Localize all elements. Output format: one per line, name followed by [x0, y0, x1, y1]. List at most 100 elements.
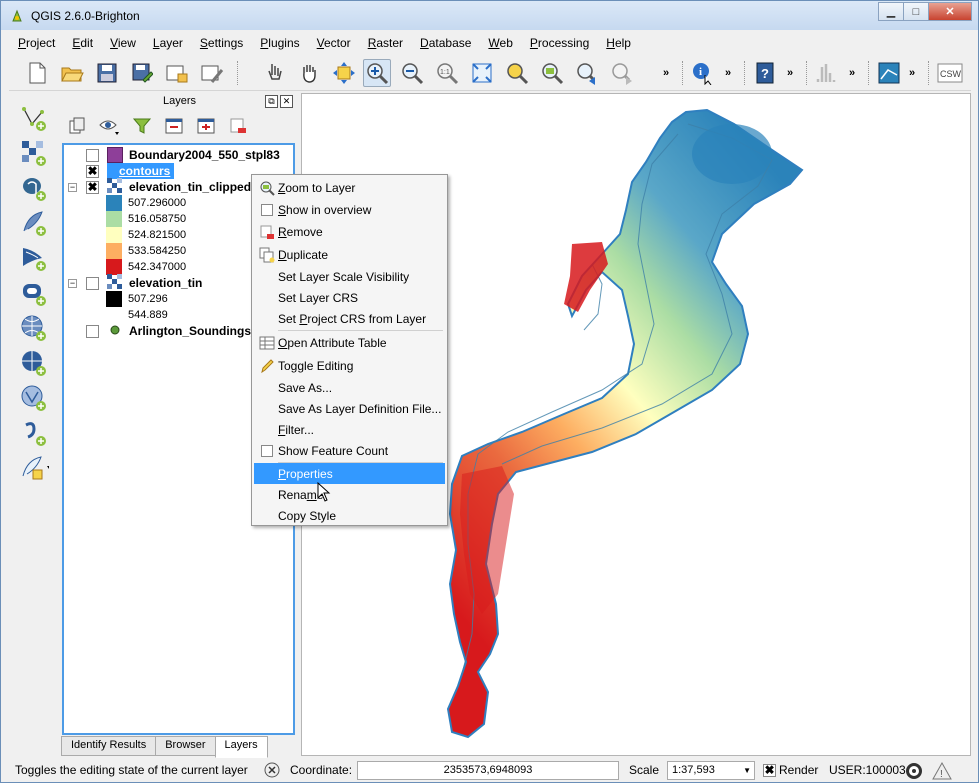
zoom-to-layer-icon[interactable]	[538, 59, 566, 87]
menu-processing[interactable]: Processing	[521, 36, 597, 50]
menu-web[interactable]: Web	[479, 36, 520, 50]
chevron-down-icon[interactable]: ▼	[743, 762, 751, 779]
coordinate-toggle-icon[interactable]	[263, 761, 281, 782]
remove-layer-icon[interactable]	[227, 115, 249, 137]
layer-row-elevation-tin-clipped[interactable]: − ✖ elevation_tin_clipped	[68, 177, 251, 195]
add-raster-layer-icon[interactable]	[19, 138, 49, 168]
add-vector-layer-icon[interactable]	[19, 103, 49, 133]
georeferencer-icon[interactable]	[875, 59, 903, 87]
zoom-in-icon[interactable]	[363, 59, 391, 87]
menu-item-save-as[interactable]: Save As...	[254, 377, 445, 398]
toolbar-overflow-icon[interactable]: »	[663, 67, 669, 79]
menu-plugins[interactable]: Plugins	[251, 36, 307, 50]
menu-edit[interactable]: Edit	[63, 36, 101, 50]
menu-item-open-attribute-table[interactable]: Open Attribute Table	[254, 332, 445, 353]
close-window-button[interactable]: ✕	[928, 2, 972, 21]
menu-item-copy-style[interactable]: Copy Style	[254, 505, 445, 526]
zoom-out-icon[interactable]	[398, 59, 426, 87]
add-wfs-layer-icon[interactable]	[19, 383, 49, 413]
menu-item-show-in-overview[interactable]: Show in overview	[254, 199, 445, 220]
zoom-actual-size-icon[interactable]: 1:1	[433, 59, 461, 87]
scale-combobox[interactable]: 1:37,593 ▼	[667, 761, 755, 780]
toolbar-overflow-icon[interactable]: »	[909, 67, 915, 79]
menu-item-filter[interactable]: Filter...	[254, 419, 445, 440]
zoom-to-selection-icon[interactable]	[503, 59, 531, 87]
toolbar-overflow-icon[interactable]: »	[725, 67, 731, 79]
layer-visibility-checkbox[interactable]: ✖	[86, 180, 99, 194]
overview-checkbox[interactable]	[258, 202, 276, 218]
open-project-icon[interactable]	[58, 59, 86, 87]
menu-item-set-layer-crs[interactable]: Set Layer CRS	[254, 287, 445, 308]
layer-row-arlington-soundings[interactable]: Arlington_Soundings_	[86, 323, 258, 339]
filter-legend-icon[interactable]	[131, 115, 153, 137]
save-project-icon[interactable]	[93, 59, 121, 87]
menu-item-properties[interactable]: Properties	[254, 463, 445, 484]
layer-visibility-checkbox[interactable]: ✖	[86, 164, 99, 178]
zoom-next-icon[interactable]	[608, 59, 636, 87]
crs-status-button[interactable]: USER:100003	[829, 763, 906, 777]
panel-float-button[interactable]: ⧉	[265, 95, 278, 108]
menu-item-set-project-crs[interactable]: Set Project CRS from Layer	[254, 308, 445, 329]
collapse-toggle[interactable]: −	[68, 278, 77, 288]
zoom-full-icon[interactable]	[468, 59, 496, 87]
add-postgis-layer-icon[interactable]	[19, 173, 49, 203]
menu-item-set-layer-scale-visibility[interactable]: Set Layer Scale Visibility	[254, 266, 445, 287]
tab-layers[interactable]: Layers	[214, 736, 268, 758]
menu-raster[interactable]: Raster	[359, 36, 411, 50]
collapse-toggle[interactable]: −	[68, 182, 77, 192]
render-checkbox[interactable]: ✖	[763, 764, 776, 777]
menu-item-zoom-to-layer[interactable]: Zoom to Layer	[254, 177, 445, 198]
pan-to-selection-icon[interactable]	[330, 59, 358, 87]
maximize-button[interactable]: □	[903, 2, 929, 21]
touch-zoom-pan-icon[interactable]	[260, 59, 288, 87]
layer-visibility-checkbox[interactable]	[86, 324, 99, 338]
add-spatialite-layer-icon[interactable]	[19, 208, 49, 238]
histogram-icon[interactable]	[813, 59, 841, 87]
tab-browser[interactable]: Browser	[155, 736, 216, 756]
save-as-icon[interactable]	[128, 59, 156, 87]
help-contents-icon[interactable]: ?	[751, 59, 779, 87]
collapse-all-icon[interactable]	[195, 115, 217, 137]
coordinate-field[interactable]: 2353573,6948093	[357, 761, 619, 780]
new-print-composer-icon[interactable]	[163, 59, 191, 87]
add-group-icon[interactable]	[66, 115, 88, 137]
composer-manager-icon[interactable]	[198, 59, 226, 87]
add-delimited-text-layer-icon[interactable]	[19, 418, 49, 448]
menu-project[interactable]: Project	[9, 36, 63, 50]
messages-warning-icon[interactable]: !	[932, 761, 952, 783]
layer-row-boundary[interactable]: Boundary2004_550_stpl83	[86, 147, 280, 163]
menu-vector[interactable]: Vector	[308, 36, 359, 50]
toolbar-overflow-icon[interactable]: »	[849, 67, 855, 79]
menu-layer[interactable]: Layer	[144, 36, 191, 50]
pan-map-icon[interactable]	[295, 59, 323, 87]
menu-item-save-as-layer-definition[interactable]: Save As Layer Definition File...	[254, 398, 445, 419]
layer-visibility-checkbox[interactable]	[86, 148, 99, 162]
menu-item-remove[interactable]: Remove	[254, 221, 445, 242]
tab-identify-results[interactable]: Identify Results	[61, 736, 157, 756]
minimize-button[interactable]: ▁	[878, 2, 904, 21]
toolbar-overflow-icon[interactable]: »	[787, 67, 793, 79]
feature-count-checkbox[interactable]	[258, 443, 276, 459]
manage-visibility-icon[interactable]	[98, 115, 120, 137]
layer-row-elevation-tin[interactable]: − elevation_tin	[68, 273, 202, 291]
add-oracle-layer-icon[interactable]	[19, 278, 49, 308]
identify-features-icon[interactable]: i	[689, 59, 717, 87]
menu-help[interactable]: Help	[597, 36, 639, 50]
crs-globe-icon[interactable]	[904, 761, 924, 783]
new-project-icon[interactable]	[23, 59, 51, 87]
panel-close-button[interactable]: ✕	[280, 95, 293, 108]
expand-all-icon[interactable]	[163, 115, 185, 137]
menu-database[interactable]: Database	[411, 36, 479, 50]
menu-item-rename[interactable]: Rename	[254, 484, 445, 505]
menu-item-show-feature-count[interactable]: Show Feature Count	[254, 440, 445, 461]
layer-visibility-checkbox[interactable]	[86, 276, 99, 290]
add-mssql-layer-icon[interactable]	[19, 243, 49, 273]
menu-view[interactable]: View	[101, 36, 144, 50]
menu-settings[interactable]: Settings	[191, 36, 251, 50]
add-wms-layer-icon[interactable]	[19, 313, 49, 343]
add-wcs-layer-icon[interactable]	[19, 348, 49, 378]
zoom-last-icon[interactable]	[573, 59, 601, 87]
csw-icon[interactable]: CSW	[936, 59, 964, 87]
menu-item-duplicate[interactable]: Duplicate	[254, 244, 445, 265]
menu-item-toggle-editing[interactable]: Toggle Editing	[254, 355, 445, 376]
